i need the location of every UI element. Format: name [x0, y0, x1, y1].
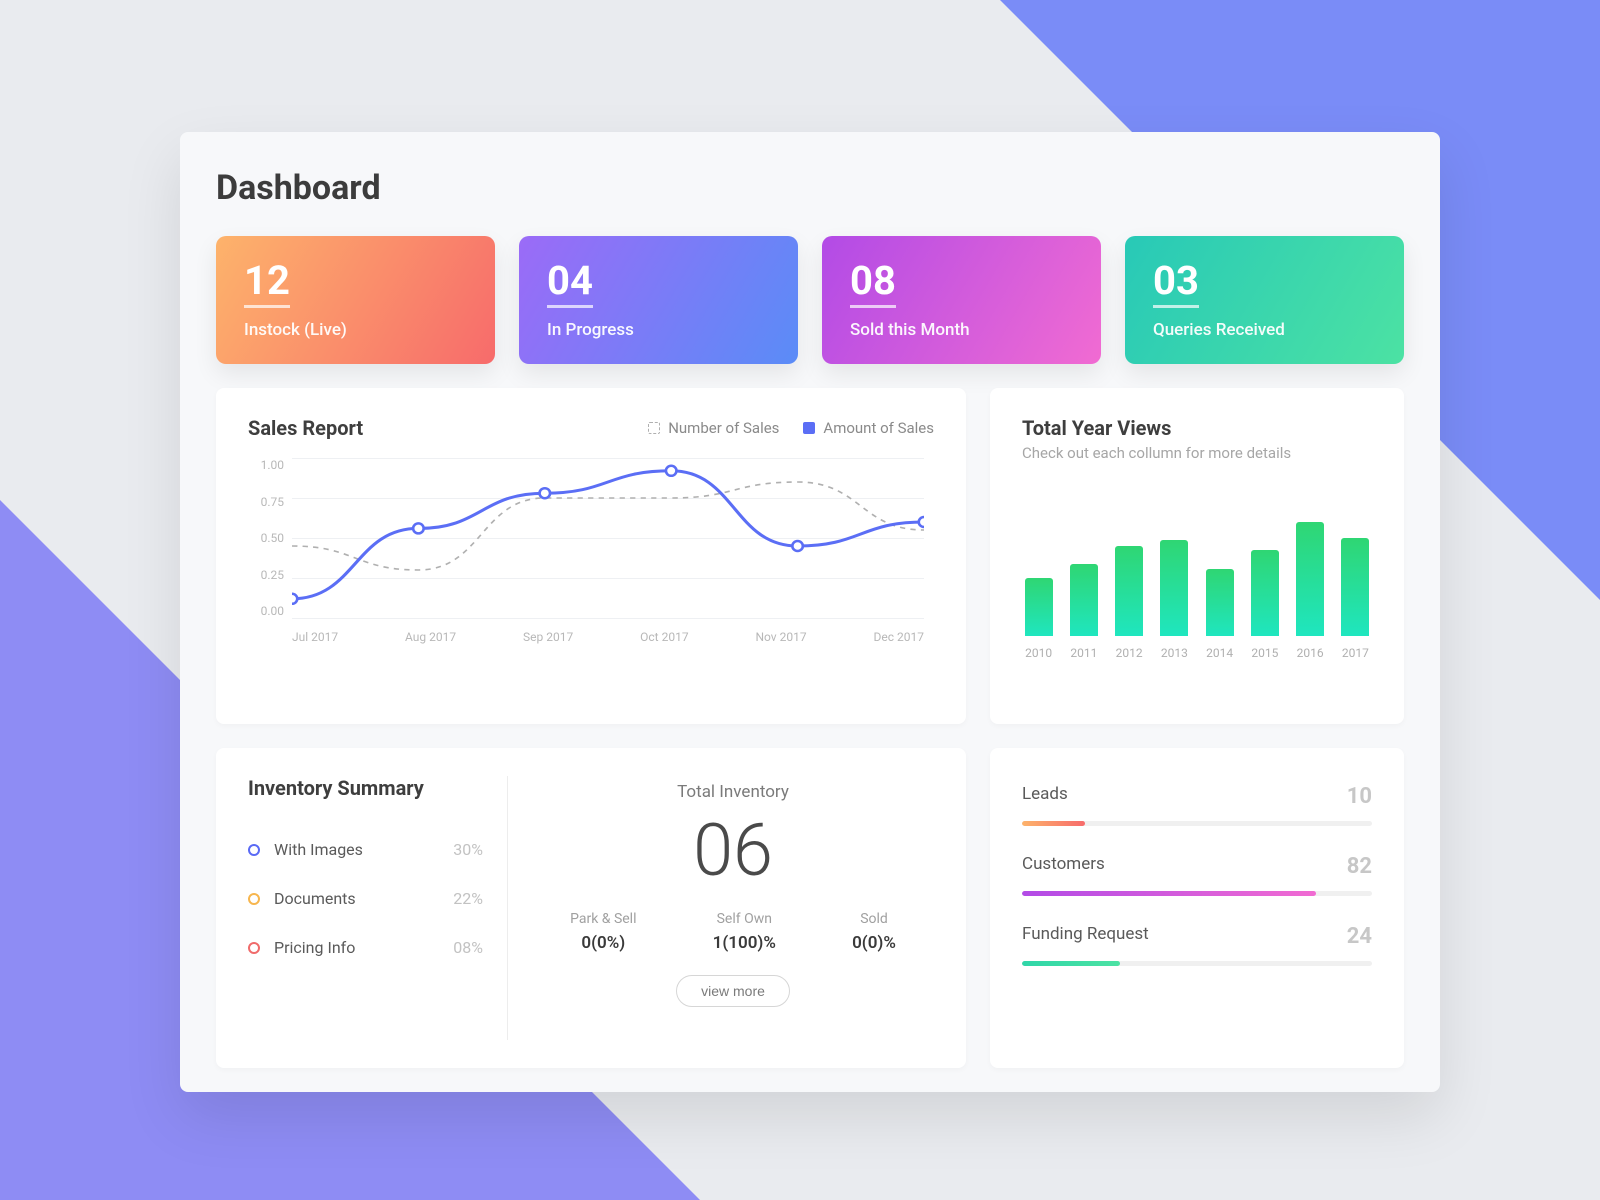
- inventory-item[interactable]: With Images 30%: [248, 840, 483, 859]
- stat-label: Queries Received: [1153, 320, 1376, 340]
- sales-line-chart[interactable]: 1.00 0.75 0.50 0.25 0.00 Jul 2017Aug 201…: [248, 458, 934, 668]
- dashed-box-icon: [648, 422, 660, 434]
- breakdown-column: Sold 0(0)%: [852, 911, 896, 953]
- inventory-item-pct: 30%: [453, 840, 483, 859]
- metric-label: Funding Request: [1022, 924, 1149, 949]
- stat-value: 04: [547, 261, 593, 308]
- bar: [1025, 578, 1053, 636]
- bar-column[interactable]: 2014: [1203, 569, 1236, 660]
- bar-column[interactable]: 2016: [1294, 522, 1327, 660]
- inventory-item-label: Documents: [274, 889, 356, 908]
- stat-label: Sold this Month: [850, 320, 1073, 340]
- circle-icon: [248, 844, 260, 856]
- metric-value: 10: [1347, 784, 1372, 809]
- inventory-item-pct: 22%: [453, 889, 483, 908]
- breakdown-column: Park & Sell 0(0%): [570, 911, 636, 953]
- progress-bar: [1022, 961, 1372, 966]
- metric-funding-request[interactable]: Funding Request 24: [1022, 924, 1372, 966]
- inventory-item[interactable]: Pricing Info 08%: [248, 938, 483, 957]
- card-title: Total Year Views: [1022, 416, 1372, 440]
- bar: [1341, 538, 1369, 636]
- inventory-item-label: Pricing Info: [274, 938, 355, 957]
- bar-column[interactable]: 2011: [1067, 564, 1100, 660]
- breakdown-label: Sold: [852, 911, 896, 927]
- stat-value: 12: [244, 261, 290, 308]
- breakdown-label: Self Own: [713, 911, 776, 927]
- breakdown-value: 1(100)%: [713, 933, 776, 953]
- sales-report-card: Sales Report Number of Sales Amount of S…: [216, 388, 966, 724]
- sales-legend: Number of Sales Amount of Sales: [648, 419, 934, 437]
- legend-amount-of-sales[interactable]: Amount of Sales: [803, 419, 934, 437]
- bar-column[interactable]: 2017: [1339, 538, 1372, 660]
- x-axis-ticks: Jul 2017Aug 2017Sep 2017Oct 2017Nov 2017…: [292, 630, 924, 644]
- total-year-views-card: Total Year Views Check out each collumn …: [990, 388, 1404, 724]
- bar: [1070, 564, 1098, 636]
- card-subtitle: Check out each collumn for more details: [1022, 444, 1372, 462]
- breakdown-label: Park & Sell: [570, 911, 636, 927]
- stat-card-queries[interactable]: 03 Queries Received: [1125, 236, 1404, 364]
- bar-label: 2011: [1070, 646, 1097, 660]
- legend-number-of-sales[interactable]: Number of Sales: [648, 419, 779, 437]
- bar-label: 2013: [1161, 646, 1188, 660]
- stat-label: In Progress: [547, 320, 770, 340]
- bar-label: 2010: [1025, 646, 1052, 660]
- solid-box-icon: [803, 422, 815, 434]
- bar: [1206, 569, 1234, 636]
- breakdown-column: Self Own 1(100)%: [713, 911, 776, 953]
- stat-cards-row: 12 Instock (Live) 04 In Progress 08 Sold…: [216, 236, 1404, 364]
- metric-label: Customers: [1022, 854, 1105, 879]
- inventory-item[interactable]: Documents 22%: [248, 889, 483, 908]
- total-inventory-label: Total Inventory: [532, 782, 934, 802]
- metric-label: Leads: [1022, 784, 1068, 809]
- metric-value: 82: [1347, 854, 1372, 879]
- card-title: Sales Report: [248, 416, 363, 440]
- bar-label: 2017: [1342, 646, 1369, 660]
- progress-bar: [1022, 891, 1372, 896]
- stat-value: 03: [1153, 261, 1199, 308]
- stat-value: 08: [850, 261, 896, 308]
- stat-card-instock[interactable]: 12 Instock (Live): [216, 236, 495, 364]
- bar: [1251, 550, 1279, 636]
- circle-icon: [248, 942, 260, 954]
- bar-label: 2015: [1251, 646, 1278, 660]
- bar: [1160, 540, 1188, 636]
- card-title: Inventory Summary: [248, 776, 483, 800]
- metrics-card: Leads 10 Customers 82 Funding Request 24: [990, 748, 1404, 1068]
- bar-column[interactable]: 2015: [1248, 550, 1281, 660]
- inventory-item-pct: 08%: [453, 938, 483, 957]
- breakdown-value: 0(0)%: [852, 933, 896, 953]
- stat-card-sold[interactable]: 08 Sold this Month: [822, 236, 1101, 364]
- bar-column[interactable]: 2012: [1113, 546, 1146, 660]
- circle-icon: [248, 893, 260, 905]
- bar-column[interactable]: 2010: [1022, 578, 1055, 660]
- total-inventory-value: 06: [532, 808, 934, 893]
- dashboard-panel: Dashboard 12 Instock (Live) 04 In Progre…: [180, 132, 1440, 1092]
- bar: [1296, 522, 1324, 636]
- inventory-summary-card: Inventory Summary With Images 30% Document…: [216, 748, 966, 1068]
- stat-card-in-progress[interactable]: 04 In Progress: [519, 236, 798, 364]
- bar-label: 2016: [1297, 646, 1324, 660]
- bar-label: 2014: [1206, 646, 1233, 660]
- bar: [1115, 546, 1143, 636]
- bar-label: 2012: [1116, 646, 1143, 660]
- stat-label: Instock (Live): [244, 320, 467, 340]
- inventory-item-label: With Images: [274, 840, 363, 859]
- metric-value: 24: [1347, 924, 1372, 949]
- year-views-bar-chart[interactable]: 2010 2011 2012 2013 2014 2015 2016 2017: [1022, 490, 1372, 660]
- metric-leads[interactable]: Leads 10: [1022, 784, 1372, 826]
- progress-bar: [1022, 821, 1372, 826]
- breakdown-value: 0(0%): [570, 933, 636, 953]
- metric-customers[interactable]: Customers 82: [1022, 854, 1372, 896]
- view-more-button[interactable]: view more: [676, 975, 790, 1007]
- y-axis-ticks: 1.00 0.75 0.50 0.25 0.00: [248, 458, 284, 618]
- page-title: Dashboard: [216, 168, 1404, 208]
- bar-column[interactable]: 2013: [1158, 540, 1191, 660]
